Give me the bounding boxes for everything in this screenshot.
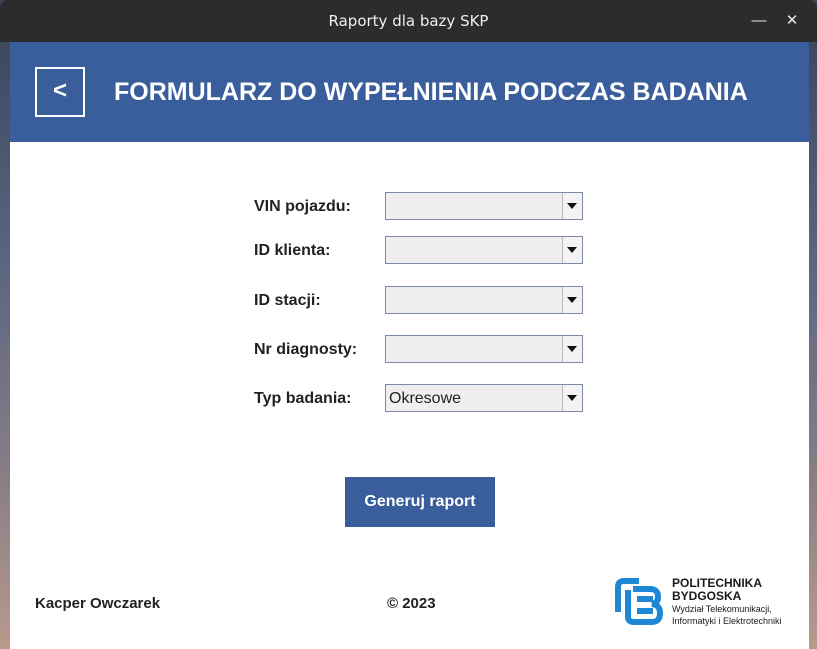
vin-dropdown-arrow[interactable] bbox=[562, 193, 582, 219]
chevron-down-icon bbox=[567, 247, 577, 253]
diagnostician-combobox[interactable] bbox=[385, 335, 583, 363]
author-name: Kacper Owczarek bbox=[35, 595, 161, 612]
test-type-value: Okresowe bbox=[389, 390, 462, 407]
form-row-vin: VIN pojazdu: bbox=[254, 192, 586, 222]
client-id-dropdown-arrow[interactable] bbox=[562, 237, 582, 263]
diagnostician-dropdown-arrow[interactable] bbox=[562, 336, 582, 362]
form-row-station: ID stacji: bbox=[254, 286, 586, 316]
chevron-down-icon bbox=[567, 395, 577, 401]
close-button[interactable]: ✕ bbox=[782, 11, 802, 31]
title-bar: Raporty dla bazy SKP — ✕ bbox=[0, 0, 817, 42]
logo-sub-line1: Wydział Telekomunikacji, bbox=[672, 604, 772, 614]
page-title: FORMULARZ DO WYPEŁNIENIA PODCZAS BADANIA bbox=[114, 78, 748, 106]
copyright-text: © 2023 bbox=[387, 595, 436, 612]
station-id-dropdown-arrow[interactable] bbox=[562, 287, 582, 313]
test-type-dropdown-arrow[interactable] bbox=[562, 385, 582, 411]
window-title: Raporty dla bazy SKP bbox=[328, 12, 489, 30]
test-type-combobox[interactable]: Okresowe bbox=[385, 384, 583, 412]
chevron-down-icon bbox=[567, 203, 577, 209]
app-window: Raporty dla bazy SKP — ✕ < FORMULARZ DO … bbox=[0, 0, 817, 649]
form-row-diagnostician: Nr diagnosty: bbox=[254, 335, 586, 365]
client-id-combobox[interactable] bbox=[385, 236, 583, 264]
logo-sub-line2: Informatyki i Elektrotechniki bbox=[672, 616, 782, 626]
chevron-down-icon bbox=[567, 346, 577, 352]
vin-combobox[interactable] bbox=[385, 192, 583, 220]
minimize-button[interactable]: — bbox=[749, 11, 769, 31]
test-type-label: Typ badania: bbox=[254, 390, 352, 407]
university-logo: POLITECHNIKA BYDGOSKA Wydział Telekomuni… bbox=[614, 574, 804, 634]
client-id-label: ID klienta: bbox=[254, 242, 331, 259]
form-row-test-type: Typ badania: Okresowe bbox=[254, 384, 586, 414]
logo-name-line1: POLITECHNIKA bbox=[672, 576, 762, 590]
main-content: < FORMULARZ DO WYPEŁNIENIA PODCZAS BADAN… bbox=[10, 42, 809, 649]
chevron-down-icon bbox=[567, 297, 577, 303]
logo-name-line2: BYDGOSKA bbox=[672, 589, 742, 603]
university-emblem-icon bbox=[615, 578, 664, 626]
form-row-client: ID klienta: bbox=[254, 236, 586, 266]
vin-label: VIN pojazdu: bbox=[254, 198, 351, 215]
header-bar: < FORMULARZ DO WYPEŁNIENIA PODCZAS BADAN… bbox=[10, 42, 809, 142]
back-button[interactable]: < bbox=[35, 67, 85, 117]
station-id-label: ID stacji: bbox=[254, 292, 321, 309]
station-id-combobox[interactable] bbox=[385, 286, 583, 314]
generate-report-button[interactable]: Generuj raport bbox=[345, 477, 495, 527]
diagnostician-label: Nr diagnosty: bbox=[254, 341, 358, 358]
